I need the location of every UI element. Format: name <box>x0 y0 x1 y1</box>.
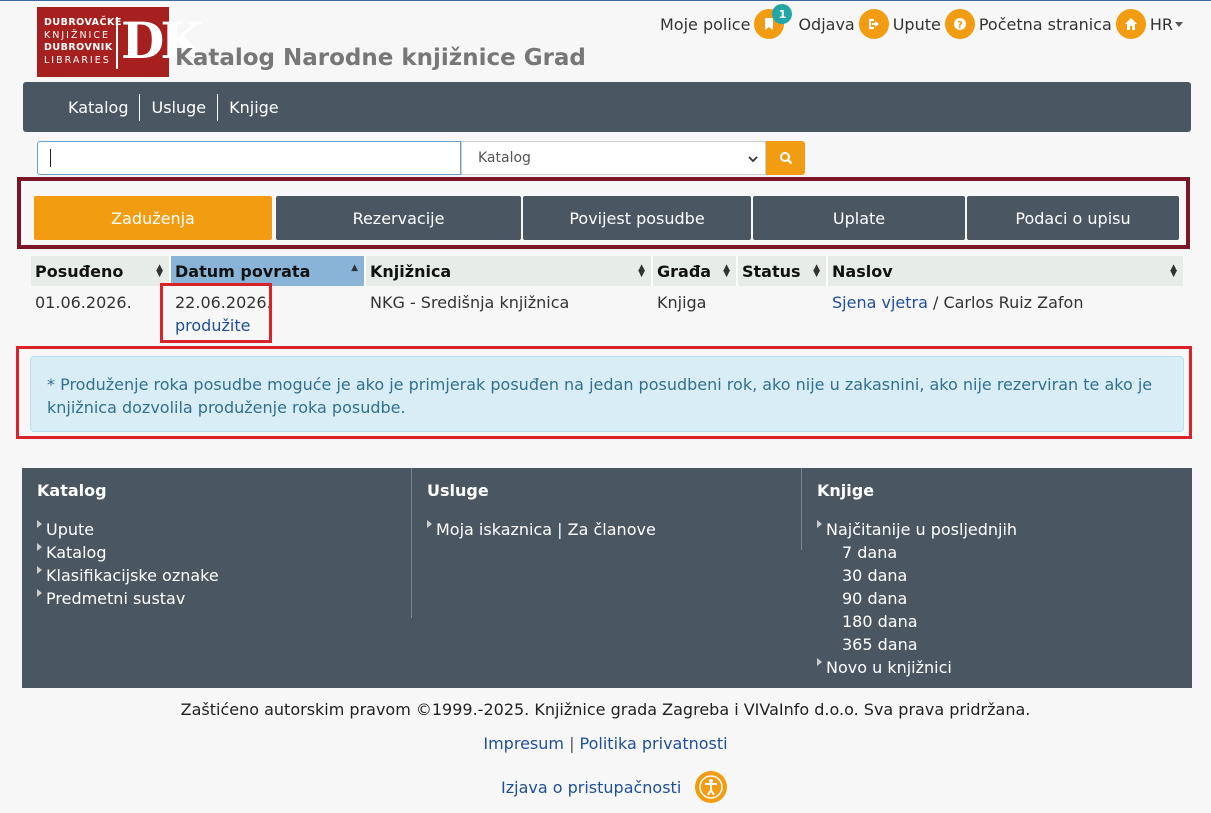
loans-table-header: Posuđeno ▲ ▼ Datum povrata ▲ Knjižnica ▲ ▼ Gr… <box>31 256 1183 286</box>
copyright-text: Zaštićeno autorskim pravom ©1999.-2025. … <box>180 700 1031 719</box>
help-label: Upute <box>892 14 941 34</box>
sort-icon: ▲ ▼ <box>813 263 820 279</box>
arrow-right-icon <box>817 520 822 528</box>
svg-text:?: ? <box>957 20 963 31</box>
col-header-datum-povrata[interactable]: Datum povrata ▲ <box>171 256 366 286</box>
arrow-right-icon <box>37 589 42 597</box>
question-icon: ? <box>944 9 975 39</box>
logout-label: Odjava <box>798 14 855 34</box>
accessibility-icon[interactable] <box>695 771 728 803</box>
main-navbar: Katalog Usluge Knjige <box>23 82 1191 132</box>
col-header-knjiznica[interactable]: Knjižnica ▲ ▼ <box>366 256 653 286</box>
arrow-right-icon <box>37 566 42 574</box>
home-icon <box>1115 9 1146 39</box>
renew-highlight-frame <box>160 283 272 343</box>
nav-knjige[interactable]: Knjige <box>218 94 290 121</box>
nav-usluge[interactable]: Usluge <box>140 93 219 121</box>
sort-icon: ▲ ▼ <box>723 263 730 279</box>
search-button[interactable] <box>766 141 805 175</box>
cell-borrowed: 01.06.2026. <box>35 293 132 312</box>
home-label: Početna stranica <box>978 14 1112 34</box>
accessibility-statement: Izjava o pristupačnosti <box>501 771 728 803</box>
arrow-right-icon <box>817 658 822 666</box>
tab-zaduzenja[interactable]: Zaduženja <box>34 196 272 240</box>
sort-icon: ▲ ▼ <box>1170 263 1177 279</box>
cell-title: Sjena vjetra / Carlos Ruiz Zafon <box>832 293 1083 312</box>
arrow-right-icon <box>37 543 42 551</box>
search-scope-value: Katalog <box>478 150 531 166</box>
arrow-right-icon <box>427 520 432 528</box>
renewal-info-alert: * Produženje roka posudbe moguće je ako … <box>30 356 1184 432</box>
sort-asc-icon: ▲ <box>351 263 358 273</box>
footer-link-novo-u-knjiznici[interactable]: Novo u knjižnici <box>817 656 1017 679</box>
site-title: Katalog Narodne knjižnice Grad <box>175 45 586 71</box>
sort-icon: ▲ ▼ <box>156 263 163 279</box>
chevron-down-icon <box>748 156 758 163</box>
language-dropdown[interactable]: HR <box>1150 15 1183 34</box>
help-link[interactable]: Upute ? <box>893 9 979 39</box>
privacy-policy-link[interactable]: Politika privatnosti <box>580 734 728 753</box>
footer-divider <box>411 468 412 618</box>
nav-katalog[interactable]: Katalog <box>57 93 141 121</box>
footer-link-7-dana[interactable]: 7 dana <box>817 541 1017 564</box>
footer-link-365-dana[interactable]: 365 dana <box>817 633 1017 656</box>
arrow-right-icon <box>37 520 42 528</box>
language-label: HR <box>1149 14 1173 34</box>
search-input[interactable] <box>37 141 461 175</box>
shelves-label: Moje police <box>659 14 751 34</box>
footer-link-klasifikacijske-oznake[interactable]: Klasifikacijske oznake <box>37 564 219 587</box>
top-links: Moje police 1 Odjava Upute ? Početna str… <box>659 4 1183 39</box>
col-header-status[interactable]: Status ▲ ▼ <box>738 256 828 286</box>
text-cursor <box>50 149 51 167</box>
footer-col-usluge: Usluge Moja iskaznica | Za članove <box>427 468 656 541</box>
footer-link-upute[interactable]: Upute <box>37 518 219 541</box>
tab-uplate[interactable]: Uplate <box>753 196 965 240</box>
footer-link-180-dana[interactable]: 180 dana <box>817 610 1017 633</box>
impressum-link[interactable]: Impresum <box>483 734 564 753</box>
caret-down-icon <box>1175 21 1183 27</box>
logout-link[interactable]: Odjava <box>798 9 892 39</box>
logout-icon <box>858 9 889 39</box>
cell-author: / Carlos Ruiz Zafon <box>927 293 1084 312</box>
col-header-grada[interactable]: Građa ▲ ▼ <box>653 256 738 286</box>
footer-heading-knjige: Knjige <box>817 481 875 500</box>
bookmark-icon: 1 <box>754 4 793 39</box>
footer-link-90-dana[interactable]: 90 dana <box>817 587 1017 610</box>
home-link[interactable]: Početna stranica <box>979 9 1150 39</box>
legal-separator: | <box>569 734 575 753</box>
logo-divider <box>116 17 118 69</box>
accessibility-link[interactable]: Izjava o pristupačnosti <box>501 778 681 797</box>
tab-rezervacije[interactable]: Rezervacije <box>276 196 521 240</box>
legal-links: Impresum | Politika privatnosti <box>0 734 1211 753</box>
col-header-posudeno[interactable]: Posuđeno ▲ ▼ <box>31 256 171 286</box>
footer-link-30-dana[interactable]: 30 dana <box>817 564 1017 587</box>
title-link[interactable]: Sjena vjetra <box>832 293 928 312</box>
footer-link-katalog[interactable]: Katalog <box>37 541 219 564</box>
cell-library: NKG - Središnja knjižnica <box>370 293 570 312</box>
tab-povijest-posudbe[interactable]: Povijest posudbe <box>523 196 751 240</box>
search-icon <box>779 152 792 165</box>
logo-text: DUBROVAČKE KNJIŽNICE DUBROVNIK LIBRARIES <box>44 17 122 66</box>
footer-heading-katalog: Katalog <box>37 481 107 500</box>
sort-icon: ▲ ▼ <box>638 263 645 279</box>
col-header-naslov[interactable]: Naslov ▲ ▼ <box>828 256 1183 286</box>
shelves-link[interactable]: Moje police 1 <box>659 4 793 39</box>
footer-col-katalog: Katalog Upute Katalog Klasifikacijske oz… <box>37 468 219 610</box>
footer-divider <box>801 468 802 550</box>
shelves-count-badge: 1 <box>772 4 793 24</box>
search-scope-select[interactable]: Katalog <box>461 141 766 175</box>
footer: Katalog Upute Katalog Klasifikacijske oz… <box>22 468 1192 688</box>
footer-col-knjige: Knjige Najčitanije u posljednjih 7 dana … <box>817 468 1017 679</box>
footer-link-najcitanije[interactable]: Najčitanije u posljednjih <box>817 518 1017 541</box>
library-logo[interactable]: DUBROVAČKE KNJIŽNICE DUBROVNIK LIBRARIES… <box>37 7 204 77</box>
footer-heading-usluge: Usluge <box>427 481 489 500</box>
tab-podaci-o-upisu[interactable]: Podaci o upisu <box>967 196 1179 240</box>
cell-material: Knjiga <box>657 293 707 312</box>
footer-link-predmetni-sustav[interactable]: Predmetni sustav <box>37 587 219 610</box>
footer-link-moja-iskaznica[interactable]: Moja iskaznica | Za članove <box>427 518 656 541</box>
